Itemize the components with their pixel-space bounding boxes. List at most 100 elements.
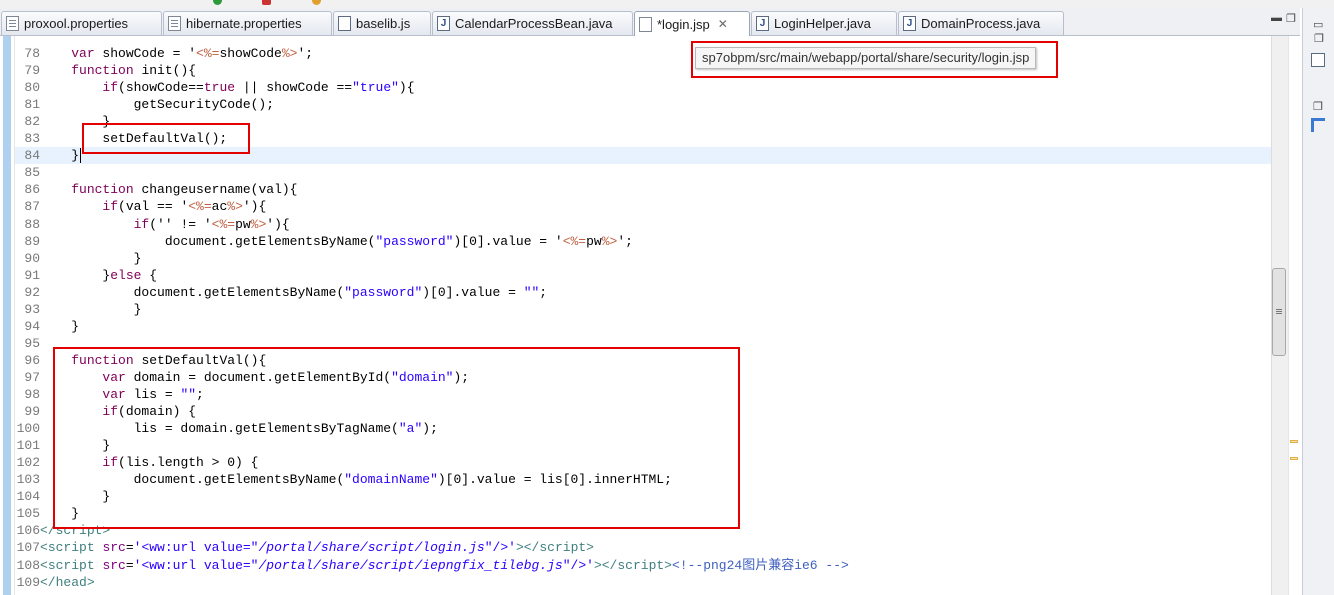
code-token: %> xyxy=(227,199,243,215)
code-line[interactable]: 85 xyxy=(14,164,40,181)
code-token: <!--png24图片兼容ie6 --> xyxy=(671,557,849,573)
line-number: 109 xyxy=(16,574,40,590)
code-token: <%= xyxy=(211,216,236,232)
line-number: 79 xyxy=(24,63,40,79)
line-number: 91 xyxy=(24,267,40,283)
code-token: <%= xyxy=(188,199,212,215)
restore-view-icon[interactable]: ▭ xyxy=(1313,18,1323,31)
tab-baselib-js[interactable]: baselib.js xyxy=(333,11,431,35)
code-token: %> xyxy=(250,216,267,232)
code-line[interactable]: 80 if(showCode==true || showCode =="true… xyxy=(14,79,414,96)
code-token: } xyxy=(40,148,80,164)
code-token: /portal/share/script/login.js xyxy=(258,540,485,556)
code-line[interactable]: 90 } xyxy=(14,250,141,267)
code-line[interactable]: 94 } xyxy=(14,318,79,335)
code-token: script xyxy=(47,557,95,573)
tab-login-jsp[interactable]: *login.jsp ✕ xyxy=(634,11,750,36)
code-line[interactable]: 81 getSecurityCode(); xyxy=(14,96,274,113)
code-token: > xyxy=(664,557,672,573)
code-token: ; xyxy=(539,284,548,300)
java-file-icon: J xyxy=(903,16,916,31)
highlight-box-setdefaultval-call xyxy=(82,123,250,154)
code-token: if xyxy=(133,216,150,232)
code-token: changeusername(val){ xyxy=(133,182,298,198)
code-line[interactable]: 86 function changeusername(val){ xyxy=(14,181,297,198)
code-line[interactable]: 78 var showCode = '<%=showCode%>'; xyxy=(14,45,313,62)
tab-domainprocess-java[interactable]: J DomainProcess.java xyxy=(898,11,1064,35)
code-token: document.getElementsByName( xyxy=(40,233,376,249)
code-line[interactable]: 108<script src='<ww:url value="/portal/s… xyxy=(14,557,849,574)
restore-panel-icon[interactable]: ❐ xyxy=(1313,100,1323,113)
code-token: function xyxy=(71,63,134,79)
quick-diff-marker xyxy=(3,36,11,595)
code-line[interactable]: 89 document.getElementsByName("password"… xyxy=(14,233,633,250)
code-line[interactable]: 107<script src='<ww:url value="/portal/s… xyxy=(14,539,594,556)
line-number: 81 xyxy=(24,97,40,113)
restore-stack-icon[interactable]: ❐ xyxy=(1314,32,1324,45)
code-token: src xyxy=(102,540,126,556)
code-token: '){ xyxy=(266,216,290,232)
line-number: 96 xyxy=(24,352,40,368)
tab-label: LoginHelper.java xyxy=(774,16,871,31)
overview-marker[interactable] xyxy=(1290,440,1298,443)
code-token: function xyxy=(71,182,134,198)
right-trim-panel xyxy=(1302,8,1334,595)
overview-ruler xyxy=(1288,36,1302,595)
code-token: script xyxy=(47,540,95,556)
code-line[interactable]: 91 }else { xyxy=(14,267,157,284)
editor-tab-bar: proxool.properties hibernate.properties … xyxy=(0,8,1300,36)
code-token: else xyxy=(110,267,142,283)
properties-file-icon xyxy=(6,16,19,31)
code-token: true xyxy=(203,80,236,96)
debug-icon[interactable] xyxy=(312,0,321,5)
code-token: ></ xyxy=(515,540,540,556)
run-icon[interactable] xyxy=(213,0,222,5)
scrollbar-thumb[interactable] xyxy=(1272,268,1286,356)
code-token: if xyxy=(102,80,119,96)
line-number: 105 xyxy=(16,506,40,522)
code-token: script xyxy=(617,557,665,573)
minimize-editor-icon[interactable]: ▬ xyxy=(1271,12,1282,24)
close-tab-icon[interactable]: ✕ xyxy=(718,17,728,31)
line-number: 82 xyxy=(24,114,40,130)
code-token: ('' != ' xyxy=(149,216,212,232)
code-token: (showCode== xyxy=(118,80,204,96)
code-line[interactable]: 95 xyxy=(14,335,40,352)
overview-marker[interactable] xyxy=(1290,457,1298,460)
tab-hibernate-properties[interactable]: hibernate.properties xyxy=(163,11,332,35)
hierarchy-view-icon[interactable] xyxy=(1311,118,1325,132)
code-line[interactable]: 88 if('' != '<%=pw%>'){ xyxy=(14,216,290,233)
code-line[interactable]: 87 if(val == '<%=ac%>'){ xyxy=(14,198,266,215)
tab-loginhelper-java[interactable]: J LoginHelper.java xyxy=(751,11,897,35)
code-line[interactable]: 79 function init(){ xyxy=(14,62,196,79)
tab-calendarprocessbean-java[interactable]: J CalendarProcessBean.java xyxy=(432,11,633,35)
maximize-editor-icon[interactable]: ❐ xyxy=(1286,12,1296,25)
outline-view-icon[interactable] xyxy=(1311,53,1325,67)
code-token: "true" xyxy=(352,80,399,96)
code-line[interactable]: 84 } xyxy=(14,147,79,164)
code-token: "" xyxy=(523,284,540,300)
tab-proxool-properties[interactable]: proxool.properties xyxy=(1,11,162,35)
java-file-icon: J xyxy=(437,16,450,31)
code-token: '){ xyxy=(242,199,267,215)
stop-icon[interactable] xyxy=(262,0,271,5)
file-path-tooltip: sp7obpm/src/main/webapp/portal/share/sec… xyxy=(695,47,1037,69)
line-number: 86 xyxy=(24,182,40,198)
code-line[interactable]: 92 document.getElementsByName("password"… xyxy=(14,284,547,301)
code-token: var xyxy=(71,46,95,61)
code-token: if xyxy=(102,199,119,215)
code-token: || showCode == xyxy=(235,80,353,96)
line-number: 94 xyxy=(24,318,40,334)
code-token: showCode xyxy=(219,46,282,61)
code-line[interactable]: 109</head> xyxy=(14,574,95,591)
code-line[interactable]: 93 } xyxy=(14,301,141,318)
code-token: > xyxy=(586,540,594,556)
code-token: "/>' xyxy=(484,540,516,556)
code-token: )[0].value = ' xyxy=(453,233,563,249)
code-token: script xyxy=(539,540,587,556)
code-token: showCode = ' xyxy=(94,46,197,61)
